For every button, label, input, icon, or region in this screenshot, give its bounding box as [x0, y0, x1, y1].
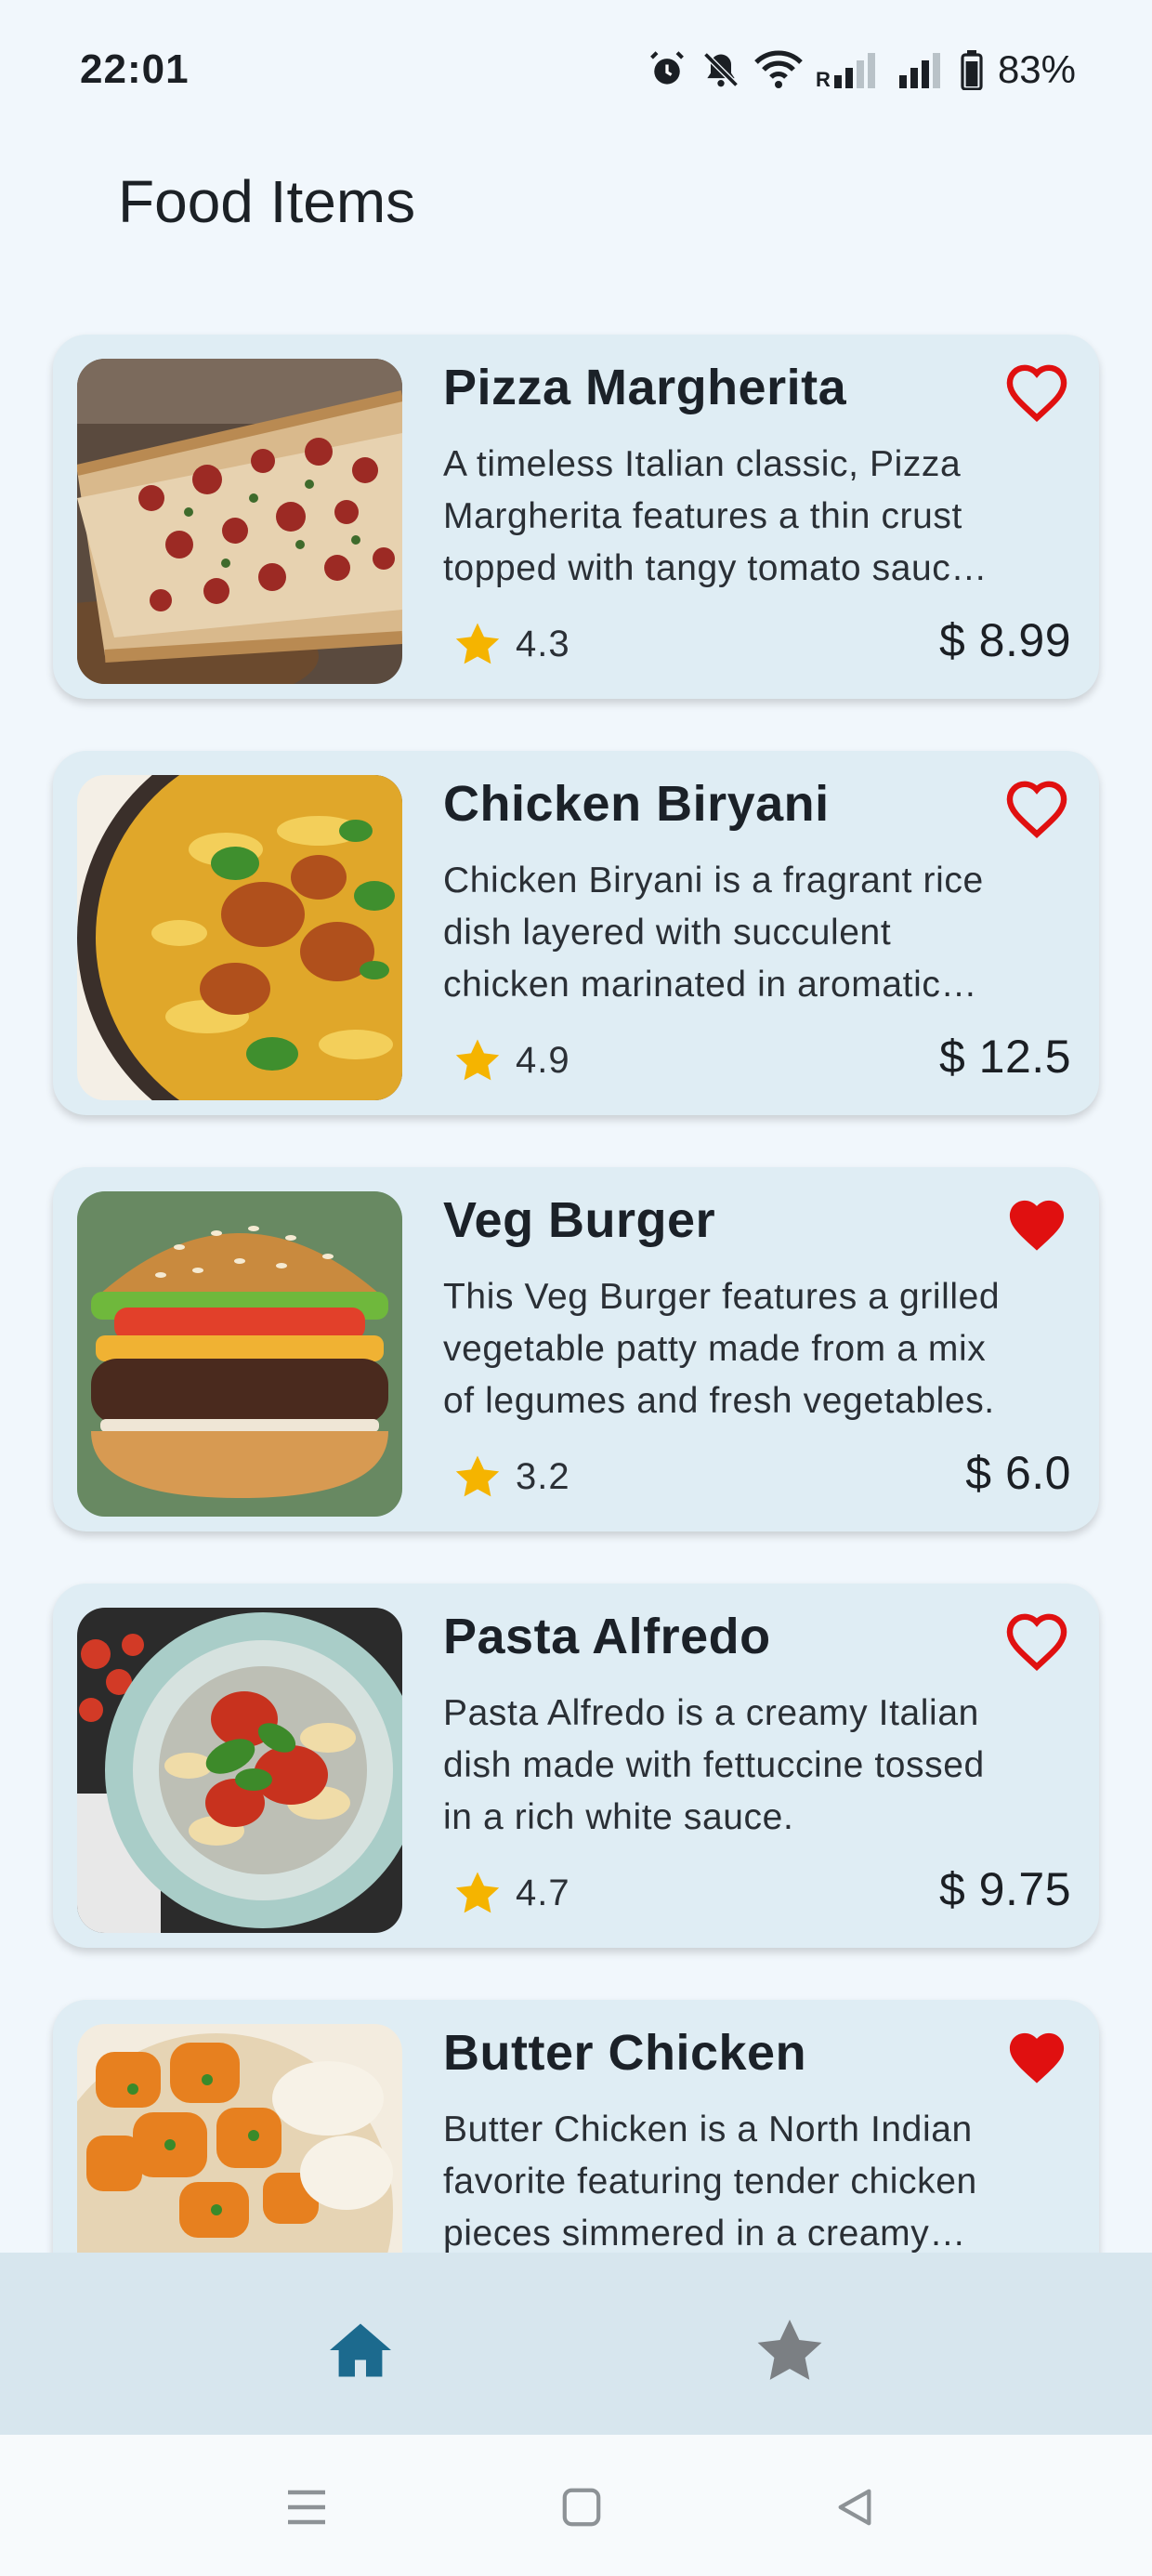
- rating: 4.9: [452, 1035, 570, 1085]
- pizza-image: [77, 359, 402, 684]
- bottom-navigation: [0, 2253, 1152, 2435]
- wifi-icon: [754, 50, 803, 88]
- rating-value: 4.9: [516, 1039, 570, 1081]
- heart-outline-icon: [1006, 364, 1067, 422]
- heart-outline-icon: [1006, 781, 1067, 838]
- status-time: 22:01: [80, 46, 190, 92]
- item-name: Pasta Alfredo: [443, 1609, 771, 1664]
- battery-percentage: 83%: [997, 47, 1076, 91]
- star-icon: [757, 2320, 822, 2380]
- status-bar: 22:01 R 83%: [0, 0, 1152, 139]
- item-price: $ 9.75: [938, 1863, 1071, 1915]
- rating-value: 4.7: [516, 1872, 570, 1913]
- signal-icon: R: [816, 53, 875, 90]
- back-button[interactable]: [827, 2479, 883, 2535]
- star-icon: [455, 1872, 500, 1913]
- home-square-icon: [562, 2488, 601, 2527]
- favorite-button[interactable]: [997, 771, 1077, 846]
- rating: 4.3: [452, 619, 570, 669]
- status-icons: R 83%: [647, 47, 1076, 92]
- item-name: Pizza Margherita: [443, 360, 847, 415]
- rating: 4.7: [452, 1868, 570, 1918]
- star-icon: [455, 1455, 500, 1497]
- item-name: Veg Burger: [443, 1192, 716, 1248]
- nav-home-button[interactable]: [323, 2318, 398, 2383]
- item-price: $ 6.0: [965, 1447, 1071, 1499]
- star-icon: [455, 623, 500, 664]
- star-icon: [455, 1039, 500, 1081]
- rating-value: 3.2: [516, 1455, 570, 1497]
- nav-favorites-button[interactable]: [751, 2314, 829, 2386]
- item-name: Chicken Biryani: [443, 776, 830, 832]
- heart-outline-icon: [1006, 1613, 1067, 1671]
- home-system-button[interactable]: [554, 2479, 609, 2535]
- butter-chicken-image: [77, 2024, 402, 2253]
- food-card[interactable]: Butter Chicken Butter Chicken is a North…: [53, 2000, 1099, 2253]
- item-description: Pasta Alfredo is a creamy Italian dish m…: [443, 1693, 985, 1837]
- favorite-button[interactable]: [997, 1188, 1077, 1262]
- heart-filled-icon: [1009, 2032, 1065, 2083]
- food-card[interactable]: Pasta Alfredo Pasta Alfredo is a creamy …: [53, 1584, 1099, 1948]
- item-price: $ 8.99: [938, 614, 1071, 666]
- item-description: Chicken Biryani is a fragrant rice dish …: [443, 861, 984, 1005]
- signal-icon: [898, 53, 940, 88]
- burger-image: [77, 1191, 402, 1517]
- pasta-image: [77, 1608, 402, 1933]
- menu-icon: [288, 2490, 325, 2525]
- favorite-button[interactable]: [997, 2020, 1077, 2095]
- favorite-button[interactable]: [997, 355, 1077, 429]
- heart-filled-icon: [1009, 1200, 1065, 1251]
- food-card[interactable]: Veg Burger This Veg Burger features a gr…: [53, 1167, 1099, 1531]
- item-description: This Veg Burger features a grilled veget…: [443, 1277, 1001, 1421]
- back-icon: [838, 2489, 871, 2526]
- food-list[interactable]: Pizza Margherita A timeless Italian clas…: [0, 307, 1152, 2253]
- alarm-icon: [650, 51, 684, 85]
- rating: 3.2: [452, 1452, 570, 1502]
- item-name: Butter Chicken: [443, 2025, 807, 2081]
- biryani-image: [77, 775, 402, 1100]
- system-navigation: [0, 2435, 1152, 2576]
- home-icon: [330, 2323, 391, 2377]
- battery-icon: [961, 50, 983, 90]
- page-title: Food Items: [118, 168, 416, 235]
- mute-icon: [703, 52, 739, 87]
- food-card[interactable]: Chicken Biryani Chicken Biryani is a fra…: [53, 751, 1099, 1115]
- recent-apps-button[interactable]: [279, 2479, 334, 2535]
- favorite-button[interactable]: [997, 1604, 1077, 1678]
- item-price: $ 12.5: [938, 1031, 1071, 1083]
- item-description: A timeless Italian classic, Pizza Marghe…: [443, 444, 983, 588]
- food-card[interactable]: Pizza Margherita A timeless Italian clas…: [53, 335, 1099, 699]
- svg-text:R: R: [816, 68, 831, 90]
- rating-value: 4.3: [516, 623, 570, 664]
- item-description: Butter Chicken is a North Indian favorit…: [443, 2109, 977, 2253]
